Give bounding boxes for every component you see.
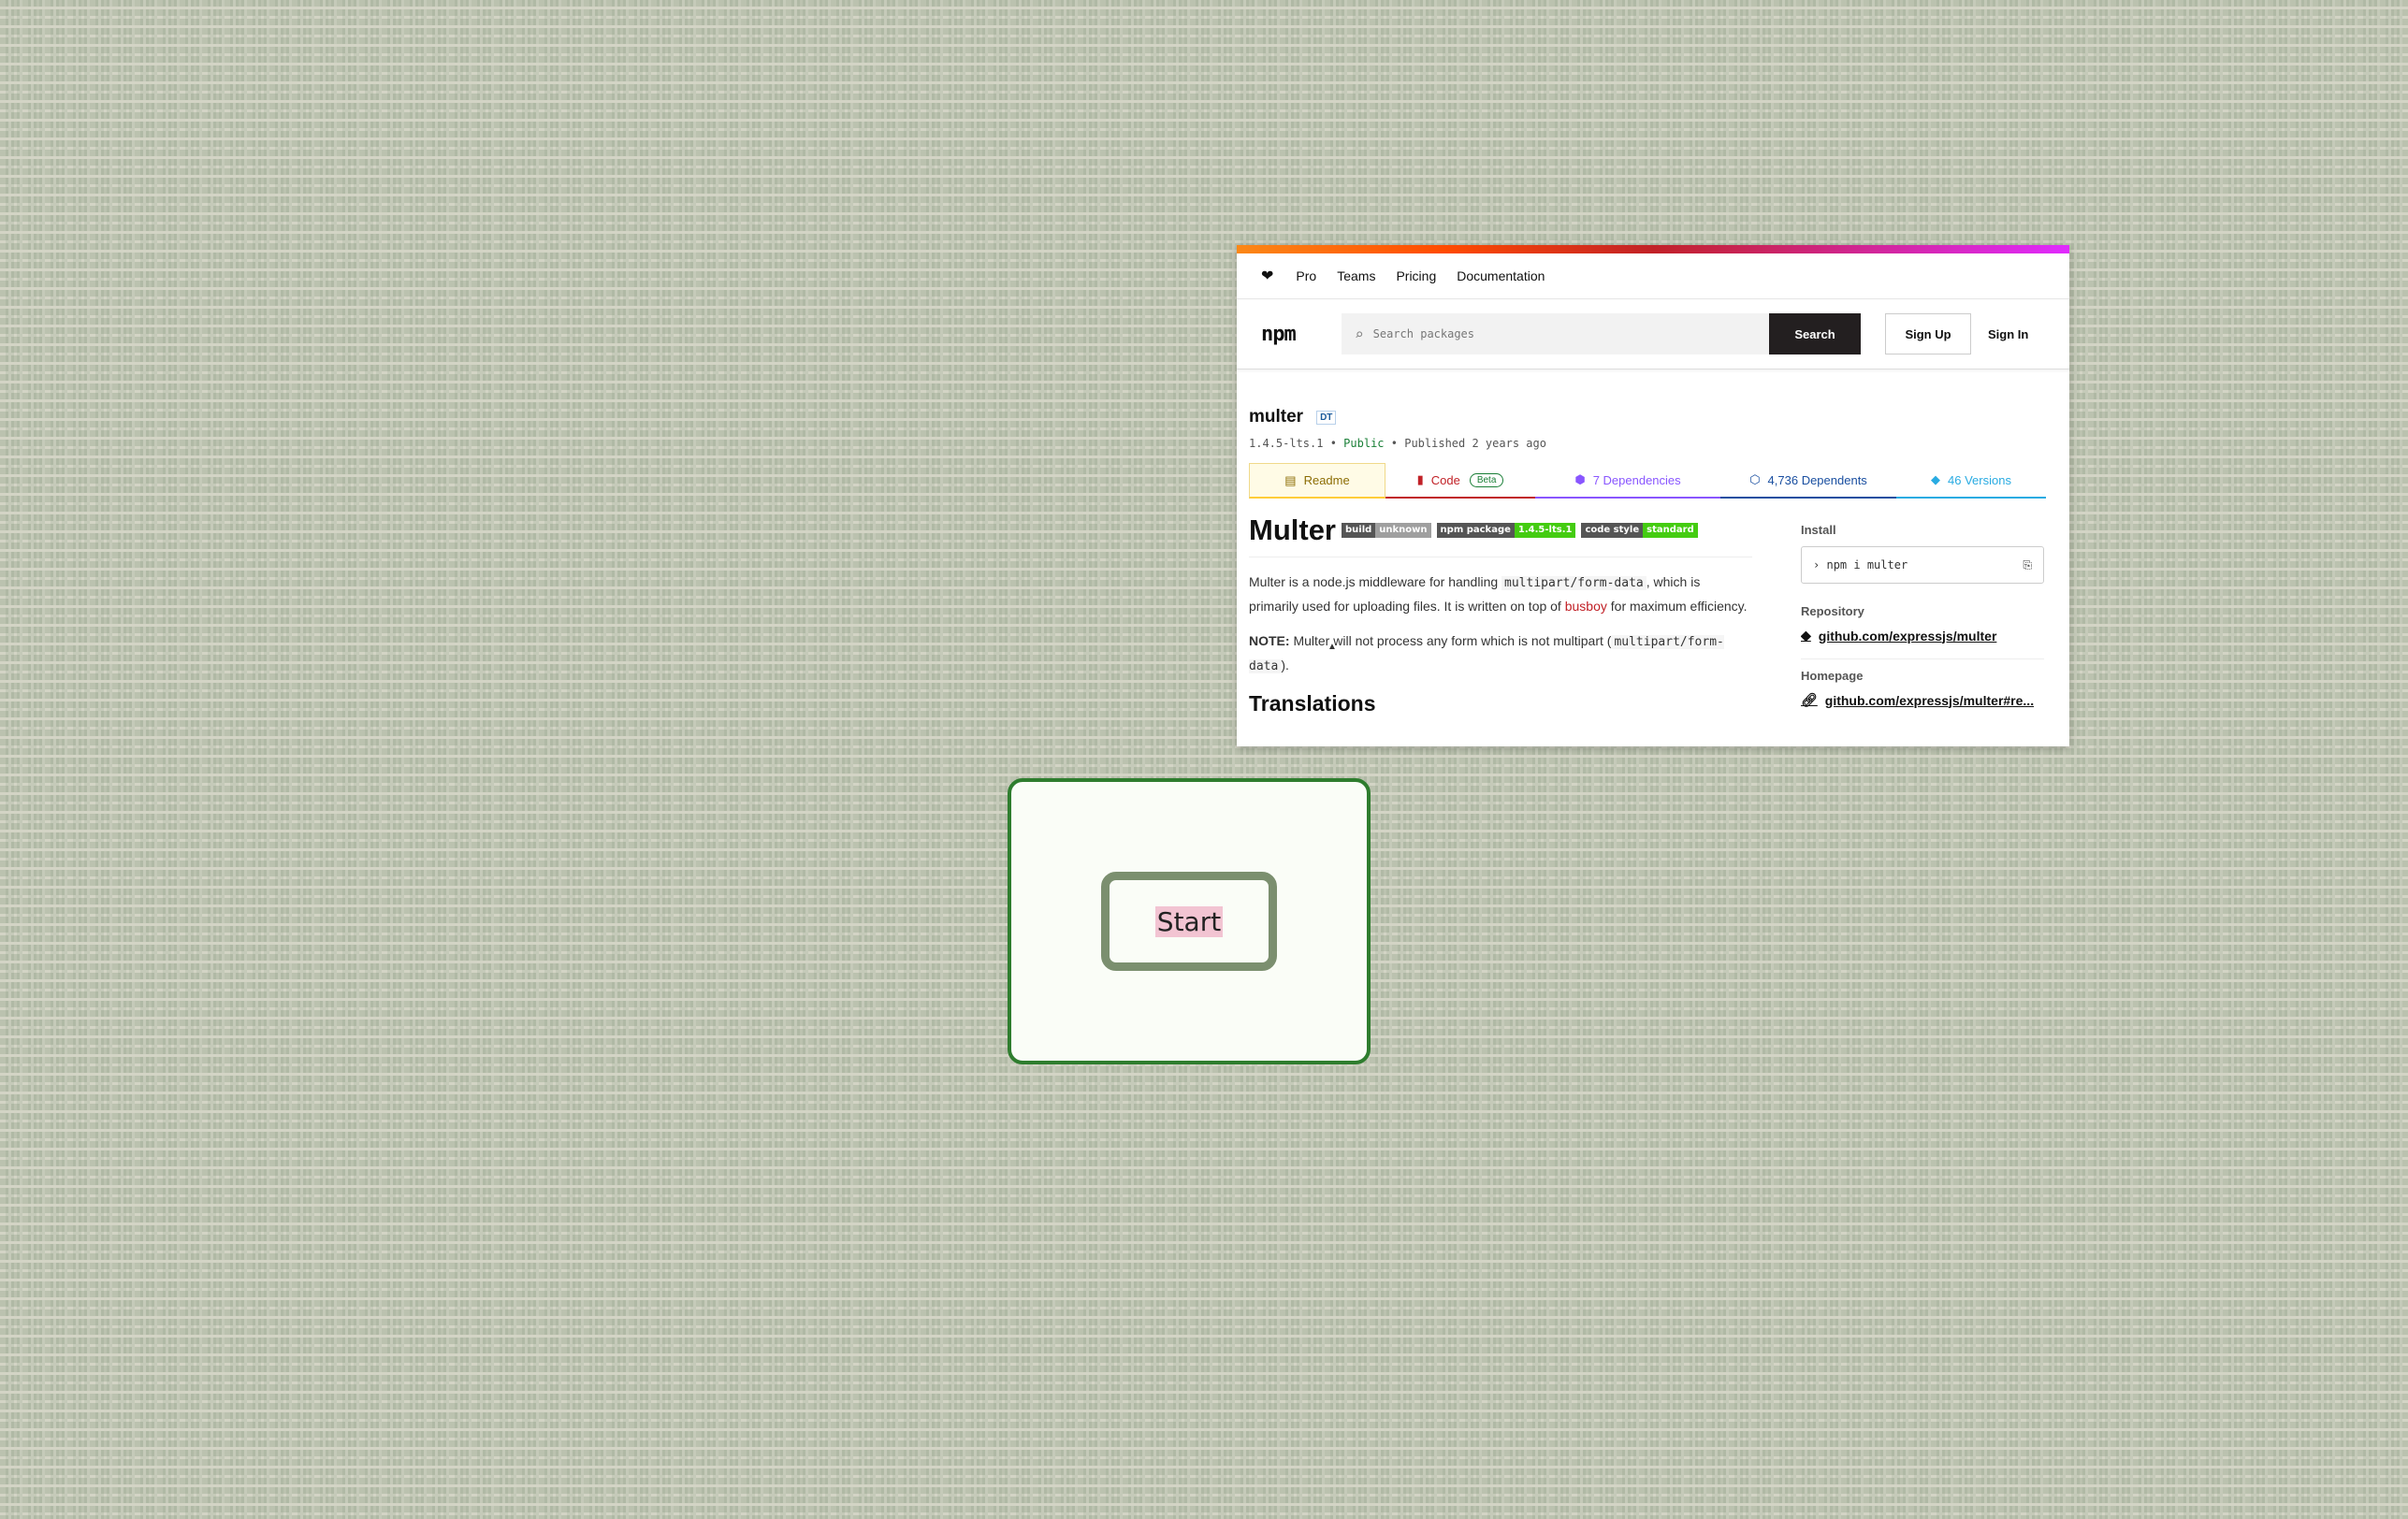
background-pattern-overlay: [0, 0, 2408, 1519]
search-icon: ⌕: [1355, 325, 1364, 343]
dt-badge[interactable]: DT: [1316, 410, 1337, 425]
shield-right: unknown: [1375, 523, 1431, 538]
nav-documentation[interactable]: Documentation: [1457, 268, 1545, 283]
tab-dependents[interactable]: ⬡ 4,736 Dependents: [1720, 463, 1896, 499]
readme-title-text: Multer: [1249, 514, 1336, 546]
text: for maximum efficiency.: [1606, 599, 1748, 614]
start-dialog: Start: [1008, 778, 1371, 1064]
start-button[interactable]: Start: [1101, 872, 1277, 971]
search-button[interactable]: Search: [1769, 313, 1861, 354]
nav-pro[interactable]: Pro: [1296, 268, 1316, 283]
code-style-shield[interactable]: code style standard: [1581, 523, 1698, 538]
package-header: multer DT 1.4.5-lts.1 • Public • Publish…: [1237, 369, 2069, 499]
homepage-link[interactable]: 🔗︎ github.com/expressjs/multer#re...: [1801, 692, 2044, 708]
text: Multer is a node.js middleware for handl…: [1249, 574, 1502, 589]
file-icon: ▮: [1416, 472, 1424, 486]
repository-link-text: github.com/expressjs/multer: [1818, 628, 1997, 644]
readme-intro: Multer is a node.js middleware for handl…: [1249, 571, 1752, 618]
tab-code-label: Code: [1430, 472, 1460, 487]
nav-pricing[interactable]: Pricing: [1396, 268, 1436, 283]
tab-dependents-label: 4,736 Dependents: [1767, 472, 1867, 487]
mouse-cursor-icon: ▲: [1327, 642, 1337, 652]
shield-left: npm package: [1436, 523, 1515, 538]
top-nav: ❤ Pro Teams Pricing Documentation: [1237, 253, 2069, 299]
package-version: 1.4.5-lts.1: [1249, 437, 1324, 450]
package-meta: 1.4.5-lts.1 • Public • Published 2 years…: [1249, 437, 1546, 450]
tab-versions-label: 46 Versions: [1948, 472, 2011, 487]
package-published: Published 2 years ago: [1404, 437, 1546, 450]
heart-icon[interactable]: ❤: [1261, 267, 1273, 285]
build-shield[interactable]: build unknown: [1342, 523, 1431, 538]
sign-up-button[interactable]: Sign Up: [1885, 313, 1971, 354]
repository-link[interactable]: ◆ github.com/expressjs/multer: [1801, 628, 2044, 644]
npm-logo[interactable]: npm: [1261, 323, 1342, 346]
link-icon: 🔗︎: [1801, 692, 1818, 707]
package-sidebar: Install › npm i multer ⎘ Repository ◆ gi…: [1801, 499, 2044, 716]
sign-in-link[interactable]: Sign In: [1988, 327, 2028, 341]
install-label: Install: [1801, 523, 1836, 537]
tab-code[interactable]: ▮ Code Beta: [1385, 463, 1535, 499]
install-command[interactable]: › npm i multer ⎘: [1801, 546, 2044, 584]
copy-icon[interactable]: ⎘: [2023, 558, 2032, 572]
homepage-label: Homepage: [1801, 669, 1864, 683]
tags-icon: ◆: [1931, 472, 1941, 486]
npm-browser-window: ❤ Pro Teams Pricing Documentation npm ⌕ …: [1237, 245, 2069, 746]
translations-heading: Translations: [1249, 691, 1376, 716]
npm-package-shield[interactable]: npm package 1.4.5-lts.1: [1436, 523, 1576, 538]
install-command-text: npm i multer: [1826, 558, 1908, 571]
document-icon: ▤: [1284, 472, 1297, 487]
package-visibility: Public: [1343, 437, 1385, 450]
shield-right: 1.4.5-lts.1: [1514, 523, 1576, 538]
inline-code: multipart/form-data: [1501, 576, 1646, 590]
readme-title: Multer build unknown npm package 1.4.5-lts…: [1249, 514, 1752, 547]
box-icon: ⬢: [1574, 472, 1586, 486]
shield-left: code style: [1581, 523, 1644, 538]
busboy-link[interactable]: busboy: [1565, 599, 1607, 614]
beta-badge: Beta: [1469, 472, 1504, 487]
package-name: multer: [1249, 407, 1304, 427]
repository-label: Repository: [1801, 604, 1864, 618]
package-content: Multer build unknown npm package 1.4.5-lts…: [1237, 499, 2069, 716]
note-label: NOTE:: [1249, 633, 1290, 648]
text: ).: [1281, 658, 1289, 673]
search-bar: npm ⌕ Search packages Search Sign Up Sig…: [1237, 299, 2069, 369]
divider: [1801, 658, 2044, 659]
prompt-icon: ›: [1813, 558, 1821, 571]
shield-right: standard: [1643, 523, 1698, 538]
shield-left: build: [1342, 523, 1376, 538]
git-icon: ◆: [1801, 628, 1811, 643]
start-button-label: Start: [1154, 905, 1224, 937]
package-tabs: ▤ Readme ▮ Code Beta ⬢ 7 Dependencies ⬡ …: [1249, 463, 2057, 499]
tab-dependencies-label: 7 Dependencies: [1592, 472, 1681, 487]
rainbow-bar: [1237, 245, 2069, 253]
readme-note: NOTE: Multer will not process any form w…: [1249, 629, 1752, 678]
cubes-icon: ⬡: [1749, 472, 1761, 486]
tab-readme[interactable]: ▤ Readme: [1249, 463, 1385, 499]
text: Multer will not process any form which i…: [1289, 633, 1612, 648]
nav-teams[interactable]: Teams: [1337, 268, 1375, 283]
homepage-link-text: github.com/expressjs/multer#re...: [1824, 692, 2035, 708]
tab-readme-label: Readme: [1303, 473, 1350, 487]
tab-dependencies[interactable]: ⬢ 7 Dependencies: [1535, 463, 1720, 499]
search-placeholder: Search packages: [1372, 327, 1475, 340]
readme-body: Multer build unknown npm package 1.4.5-lts…: [1249, 499, 1752, 716]
tab-versions[interactable]: ◆ 46 Versions: [1896, 463, 2046, 499]
search-input[interactable]: ⌕ Search packages: [1342, 313, 1769, 354]
